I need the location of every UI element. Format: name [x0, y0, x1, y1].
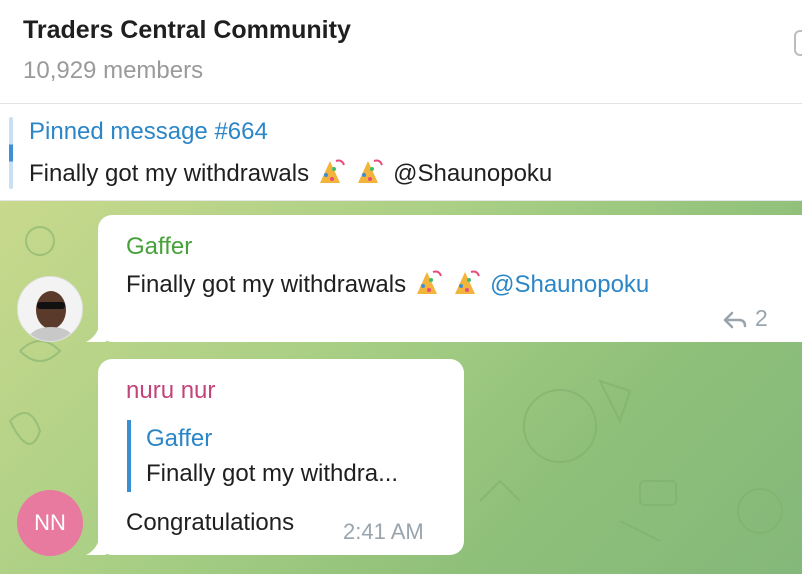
message-text: Finally got my withdrawals @Shaunopoku [126, 268, 649, 305]
party-popper-icon [354, 157, 386, 194]
chat-header[interactable]: Traders Central Community 10,929 members [0, 0, 802, 104]
pinned-indicator [9, 117, 13, 189]
member-count: 10,929 members [23, 57, 204, 84]
reply-quote-name: Gaffer [146, 425, 213, 452]
user-photo [18, 277, 82, 341]
party-popper-icon [316, 157, 348, 194]
avatar-initials: NN [34, 510, 66, 535]
pinned-mention[interactable]: @Shaunopoku [393, 160, 552, 187]
pinned-text-body: Finally got my withdrawals [29, 160, 310, 187]
avatar[interactable]: NN [17, 490, 83, 556]
message-text-body: Finally got my withdrawals [126, 271, 407, 298]
header-action-icon[interactable] [794, 30, 802, 56]
pinned-title[interactable]: Pinned message #664 [29, 118, 268, 146]
party-popper-icon [413, 268, 445, 305]
message-sender[interactable]: Gaffer [126, 233, 192, 261]
message-sender[interactable]: nuru nur [126, 377, 215, 405]
message-time: 2:41 AM [343, 519, 424, 544]
pinned-text[interactable]: Finally got my withdrawals @Shaunopoku [29, 157, 552, 194]
reply-count: 2 [755, 305, 768, 331]
chat-title: Traders Central Community [23, 16, 351, 44]
message-text: Congratulations [126, 509, 295, 536]
reply-quote-text: Finally got my withdra... [146, 460, 399, 487]
replies-indicator[interactable]: 2 [723, 305, 768, 332]
message-mention[interactable]: @Shaunopoku [490, 271, 649, 298]
avatar[interactable] [17, 276, 83, 342]
party-popper-icon [451, 268, 483, 305]
reply-arrow-icon [723, 311, 747, 329]
